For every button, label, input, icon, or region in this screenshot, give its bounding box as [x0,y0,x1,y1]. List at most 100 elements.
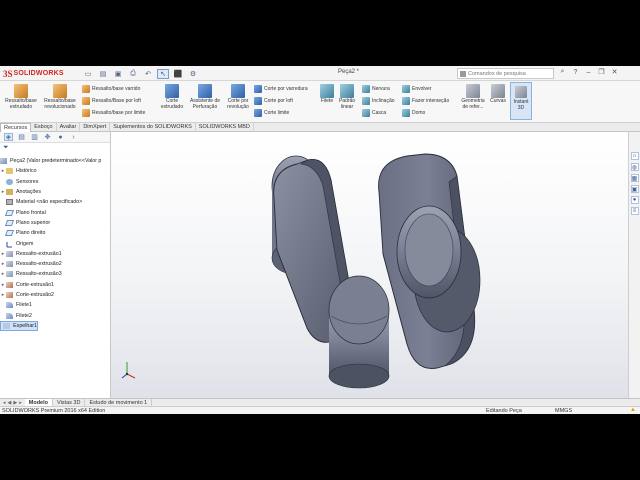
boundary-cut-label: Corte limite [264,110,290,116]
next-tab-icon[interactable]: ▶ [13,400,17,406]
intersect-button[interactable]: Fazer interseção [402,96,449,106]
tree-item[interactable]: ▸ Ressalto-extrusão3 [0,269,111,279]
tree-root-part[interactable]: Peça2 (Valor predeterminado<<Valor p [0,156,111,166]
lofted-boss-button[interactable]: Ressalto/Base por loft [82,96,141,106]
part-model[interactable] [111,132,628,398]
tree-item[interactable]: ▸ Anotações [0,187,111,197]
tree-item[interactable]: Plano superior [0,218,111,228]
minimize-icon[interactable]: – [584,69,593,76]
search-icon[interactable]: ⌕ [558,68,567,76]
extruded-cut-icon [165,84,179,98]
title-bar: 3S SOLIDWORKS ▭ ▤ ▣ ⎙ ↶ ↖ ⬛ ⚙ Peça2 * Co… [0,66,640,81]
help-icon[interactable]: ? [571,69,580,76]
tree-item[interactable]: Origem [0,238,111,248]
tree-item[interactable]: ▸ Corte-extrusão2 [0,290,111,300]
boundary-cut-button[interactable]: Corte limite [254,108,289,118]
revolved-boss-button[interactable]: Ressalto/base revolucionado [41,84,79,110]
tab-dimxpert[interactable]: DimXpert [80,123,111,132]
last-tab-icon[interactable]: ▸ [19,400,22,406]
swept-cut-icon [254,85,262,93]
rib-button[interactable]: Nervura [362,84,390,94]
tree-item[interactable]: Filete1 [0,300,111,310]
expand-panel-icon[interactable]: › [69,133,78,141]
history-folder-icon [6,168,13,175]
tree-item[interactable]: ▸ Ressalto-extrusão2 [0,259,111,269]
undo-icon[interactable]: ↶ [142,69,154,79]
search-commands-input[interactable]: Comandos de pesquisa [457,68,554,79]
draft-label: Inclinação [372,98,395,104]
display-manager-icon[interactable]: ● [56,133,65,141]
feature-tree: Peça2 (Valor predeterminado<<Valor p ▸ Hi… [0,156,111,332]
tree-item[interactable]: ▸ Corte-extrusão1 [0,280,111,290]
revolved-cut-button[interactable]: Corte por revolução [219,84,257,110]
feature-tree-icon[interactable]: ◈ [4,133,13,141]
task-pane: ⌂ ◍ ▦ ▣ ● ≡ [628,132,640,398]
draft-button[interactable]: Inclinação [362,96,395,106]
first-tab-icon[interactable]: ◂ [3,400,6,406]
home-icon[interactable]: ⌂ [630,152,639,160]
lofted-boss-icon [82,97,90,105]
boundary-boss-button[interactable]: Ressalto/base por limite [82,108,145,118]
instant3d-button[interactable]: Instant 3D [510,82,532,120]
filter-icon[interactable]: ⏷ [3,144,9,152]
tab-avaliar[interactable]: Avaliar [57,123,81,132]
curves-icon [491,84,505,98]
lofted-cut-button[interactable]: Corte por loft [254,96,293,106]
new-icon[interactable]: ▭ [82,69,94,79]
prev-tab-icon[interactable]: ◀ [8,400,12,406]
revolved-cut-icon [231,84,245,98]
resources-icon[interactable]: ◍ [630,163,639,171]
tree-item[interactable]: ▸ Ressalto-extrusão1 [0,249,111,259]
appearances-icon[interactable]: ● [630,196,639,204]
plane-icon [4,209,15,216]
extruded-boss-button[interactable]: Ressalto/base extrudado [2,84,40,110]
swept-cut-button[interactable]: Corte por varredura [254,84,308,94]
configuration-manager-icon[interactable]: ▥ [30,133,39,141]
revolved-boss-icon [53,84,67,98]
file-explorer-icon[interactable]: ▣ [630,185,639,193]
rebuild-warning-icon[interactable]: ▲ [630,407,636,413]
tree-item-label: Corte-extrusão2 [16,292,54,298]
swept-boss-icon [82,85,90,93]
tree-item[interactable]: Plano direito [0,228,111,238]
swept-boss-label: Ressalto/base varrido [92,86,141,92]
tab-scroll-arrows: ◂ ◀ ▶ ▸ [0,400,25,406]
command-search-icon [460,70,466,77]
tree-item[interactable]: Espelhar1 [0,320,38,332]
save-icon[interactable]: ▣ [112,69,124,79]
close-icon[interactable]: ✕ [610,68,619,76]
restore-icon[interactable]: ❐ [597,68,606,76]
tab-esboco[interactable]: Esboço [31,123,57,132]
tab-suplementos[interactable]: Suplementos do SOLIDWORKS [110,123,196,132]
tree-item[interactable]: Filete2 [0,310,111,320]
select-icon[interactable]: ↖ [157,68,169,79]
graphics-area[interactable] [111,132,628,398]
linear-pattern-button[interactable]: Padrão linear [333,84,361,110]
design-library-icon[interactable]: ▦ [630,174,639,182]
custom-properties-icon[interactable]: ≡ [630,207,639,215]
ds-logo-mark: 3S [3,68,13,79]
dome-button[interactable]: Domo [402,108,425,118]
rebuild-icon[interactable]: ⬛ [172,69,184,79]
tree-item-label: Plano direito [16,230,46,237]
tab-solidworks-mbd[interactable]: SOLIDWORKS MBD [196,123,254,132]
extrude-icon [6,250,13,257]
tab-recursos[interactable]: Recursos [0,123,32,132]
swept-boss-button[interactable]: Ressalto/base varrido [82,84,140,94]
dimxpert-manager-icon[interactable]: ✥ [43,133,52,141]
options-icon[interactable]: ⚙ [187,69,199,79]
tree-item[interactable]: Plano frontal [0,207,111,217]
print-icon[interactable]: ⎙ [127,69,139,79]
units-label[interactable]: MMGS [555,408,572,414]
open-icon[interactable]: ▤ [97,69,109,79]
property-manager-icon[interactable]: ▤ [17,133,26,141]
quick-access-toolbar: ▭ ▤ ▣ ⎙ ↶ ↖ ⬛ ⚙ [82,68,199,79]
shell-button[interactable]: Casca [362,108,386,118]
tree-item[interactable]: Material <não especificado> [0,197,111,207]
solidworks-logo[interactable]: 3S SOLIDWORKS [3,68,77,79]
tree-item[interactable]: ▸ Histórico [0,166,111,176]
tree-item[interactable]: Sensores [0,177,111,187]
wrap-button[interactable]: Envolver [402,84,431,94]
linear-pattern-label: Padrão linear [338,98,356,110]
edition-label: SOLIDWORKS Premium 2016 x64 Edition [2,408,106,414]
